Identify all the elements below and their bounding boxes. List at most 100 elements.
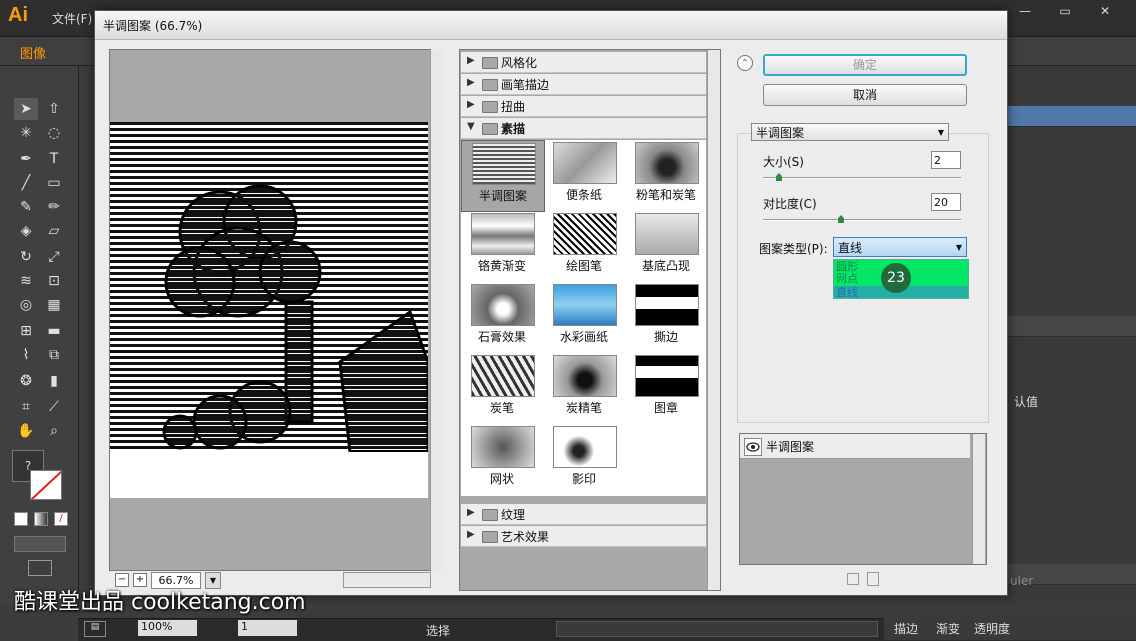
gradient-tool-icon[interactable]: ▬ [42,320,66,342]
shape-builder-icon[interactable]: ◎ [14,294,38,316]
eyedropper-icon[interactable]: ⌇ [14,344,38,366]
minimize-button[interactable]: — [1010,2,1040,20]
status-scrollbar[interactable] [556,621,878,637]
menu-file[interactable]: 文件(F) [52,10,92,27]
thumb-chalk-charcoal[interactable]: 粉笔和炭笔 [625,140,707,210]
rotate-tool-icon[interactable]: ↻ [14,246,38,268]
thumb-image [635,284,699,326]
tab-gradient[interactable]: 渐变 [936,620,960,637]
expand-triangle-icon: ▶ [467,55,475,66]
preview-h-scrollbar[interactable] [343,572,431,588]
dialog-title: 半调图案 (66.7%) [103,19,203,33]
color-mode-icon[interactable] [14,512,28,526]
close-button[interactable]: ✕ [1090,2,1120,20]
artboard-tool-icon[interactable]: ⌗ [14,396,38,418]
status-zoom-field[interactable]: 100% [138,620,197,636]
status-page-field[interactable]: 1 [238,620,297,636]
folder-icon [482,509,498,521]
thumb-note-paper[interactable]: 便条纸 [543,140,625,210]
category-brush-strokes[interactable]: ▶ 画笔描边 [461,74,706,95]
tab-stroke[interactable]: 描边 [894,620,918,637]
scale-tool-icon[interactable]: ⤢ [42,246,66,268]
gradient-mode-icon[interactable] [34,512,48,526]
type-tool-icon[interactable]: T [42,148,66,170]
draw-mode-icon[interactable] [14,536,66,552]
eraser-icon[interactable]: ▱ [42,220,66,242]
category-distort[interactable]: ▶ 扭曲 [461,96,706,117]
filter-list: ▶ 风格化 ▶ 画笔描边 ▶ 扭曲 ▼ 素描 半调图案 便条纸 粉笔和炭笔 铬黄… [459,49,721,591]
column-graph-icon[interactable]: ▮ [42,370,66,392]
tab-transparency[interactable]: 透明度 [974,620,1010,637]
effect-layer-row[interactable]: 半调图案 [740,434,970,459]
screen-mode-icon[interactable] [28,560,52,576]
none-mode-icon[interactable]: / [54,512,68,526]
thumb-conte-crayon[interactable]: 炭精笔 [543,353,625,423]
delete-effect-layer-icon[interactable] [867,572,879,586]
thumb-photocopy[interactable]: 影印 [543,424,625,494]
contrast-slider-track[interactable] [763,219,961,221]
thumb-halftone-pattern[interactable]: 半调图案 [461,140,545,212]
thumb-graphic-pen[interactable]: 绘图笔 [543,211,625,281]
pattern-type-label: 图案类型(P): [759,242,828,256]
magic-wand-icon[interactable]: ✳ [14,122,38,144]
thumb-image [635,213,699,255]
selection-tool-icon[interactable]: ➤ [14,98,38,120]
pen-tool-icon[interactable]: ✒ [14,148,38,170]
free-transform-icon[interactable]: ⊡ [42,270,66,292]
category-artistic[interactable]: ▶ 艺术效果 [461,526,706,547]
rectangle-tool-icon[interactable]: ▭ [42,172,66,194]
thumb-image [635,355,699,397]
folder-icon [482,531,498,543]
thumb-image [471,355,535,397]
eye-icon[interactable] [744,438,762,456]
preview-scrollbar[interactable] [430,50,445,570]
pencil-icon[interactable]: ✏ [42,196,66,218]
contrast-field[interactable]: 20 [931,193,961,211]
new-effect-layer-icon[interactable] [847,573,859,585]
category-sketch[interactable]: ▼ 素描 [461,118,706,139]
thumb-chrome[interactable]: 铬黄渐变 [461,211,543,281]
paintbrush-icon[interactable]: ✎ [14,196,38,218]
thumb-plaster[interactable]: 石膏效果 [461,282,543,352]
symbol-sprayer-icon[interactable]: ❂ [14,370,38,392]
mesh-tool-icon[interactable]: ⊞ [14,320,38,342]
cancel-button[interactable]: 取消 [763,84,967,106]
blend-tool-icon[interactable]: ⧉ [42,344,66,366]
zoom-tool-icon[interactable]: ⌕ [42,420,66,442]
effect-layer-name: 半调图案 [766,440,815,454]
width-tool-icon[interactable]: ≋ [14,270,38,292]
bottom-panel-tabs: 描边 渐变 透明度 [884,616,1136,640]
control-image-label[interactable]: 图像 [20,43,46,62]
thumb-water-paper[interactable]: 水彩画纸 [543,282,625,352]
category-stylize[interactable]: ▶ 风格化 [461,52,706,73]
filter-type-select[interactable]: 半调图案 ▼ [751,123,949,141]
line-tool-icon[interactable]: ╱ [14,172,38,194]
perspective-grid-icon[interactable]: ▦ [42,294,66,316]
step-number-badge: 23 [881,263,911,293]
size-slider-track[interactable] [763,177,961,179]
pattern-type-select[interactable]: 直线 ▼ [833,237,967,257]
thumb-bas-relief[interactable]: 基底凸现 [625,211,707,281]
preview-area[interactable] [109,49,445,571]
collapse-triangle-icon: ▼ [467,121,475,132]
maximize-button[interactable]: ▭ [1050,2,1080,20]
ok-button[interactable]: 确定 [763,54,967,76]
blob-brush-icon[interactable]: ◈ [14,220,38,242]
size-field[interactable]: 2 [931,151,961,169]
chevron-down-icon: ▼ [937,128,944,137]
status-menu-icon[interactable]: ▤ [84,621,106,637]
collapse-gallery-icon[interactable]: ⌃ [737,55,753,71]
filter-list-scrollbar[interactable] [707,50,720,590]
thumb-reticulation[interactable]: 网状 [461,424,543,494]
layers-scrollbar[interactable] [972,434,985,564]
layer-highlight-row[interactable] [1005,106,1136,127]
thumb-charcoal[interactable]: 炭笔 [461,353,543,423]
thumb-torn-edges[interactable]: 撕边 [625,282,707,352]
thumb-stamp[interactable]: 图章 [625,353,707,423]
direct-selection-icon[interactable]: ⇧ [42,98,66,120]
category-texture[interactable]: ▶ 纹理 [461,504,706,525]
hand-tool-icon[interactable]: ✋ [14,420,38,442]
slice-tool-icon[interactable]: ⟋ [42,396,66,418]
stroke-swatch[interactable] [30,470,62,500]
lasso-icon[interactable]: ◌ [42,122,66,144]
